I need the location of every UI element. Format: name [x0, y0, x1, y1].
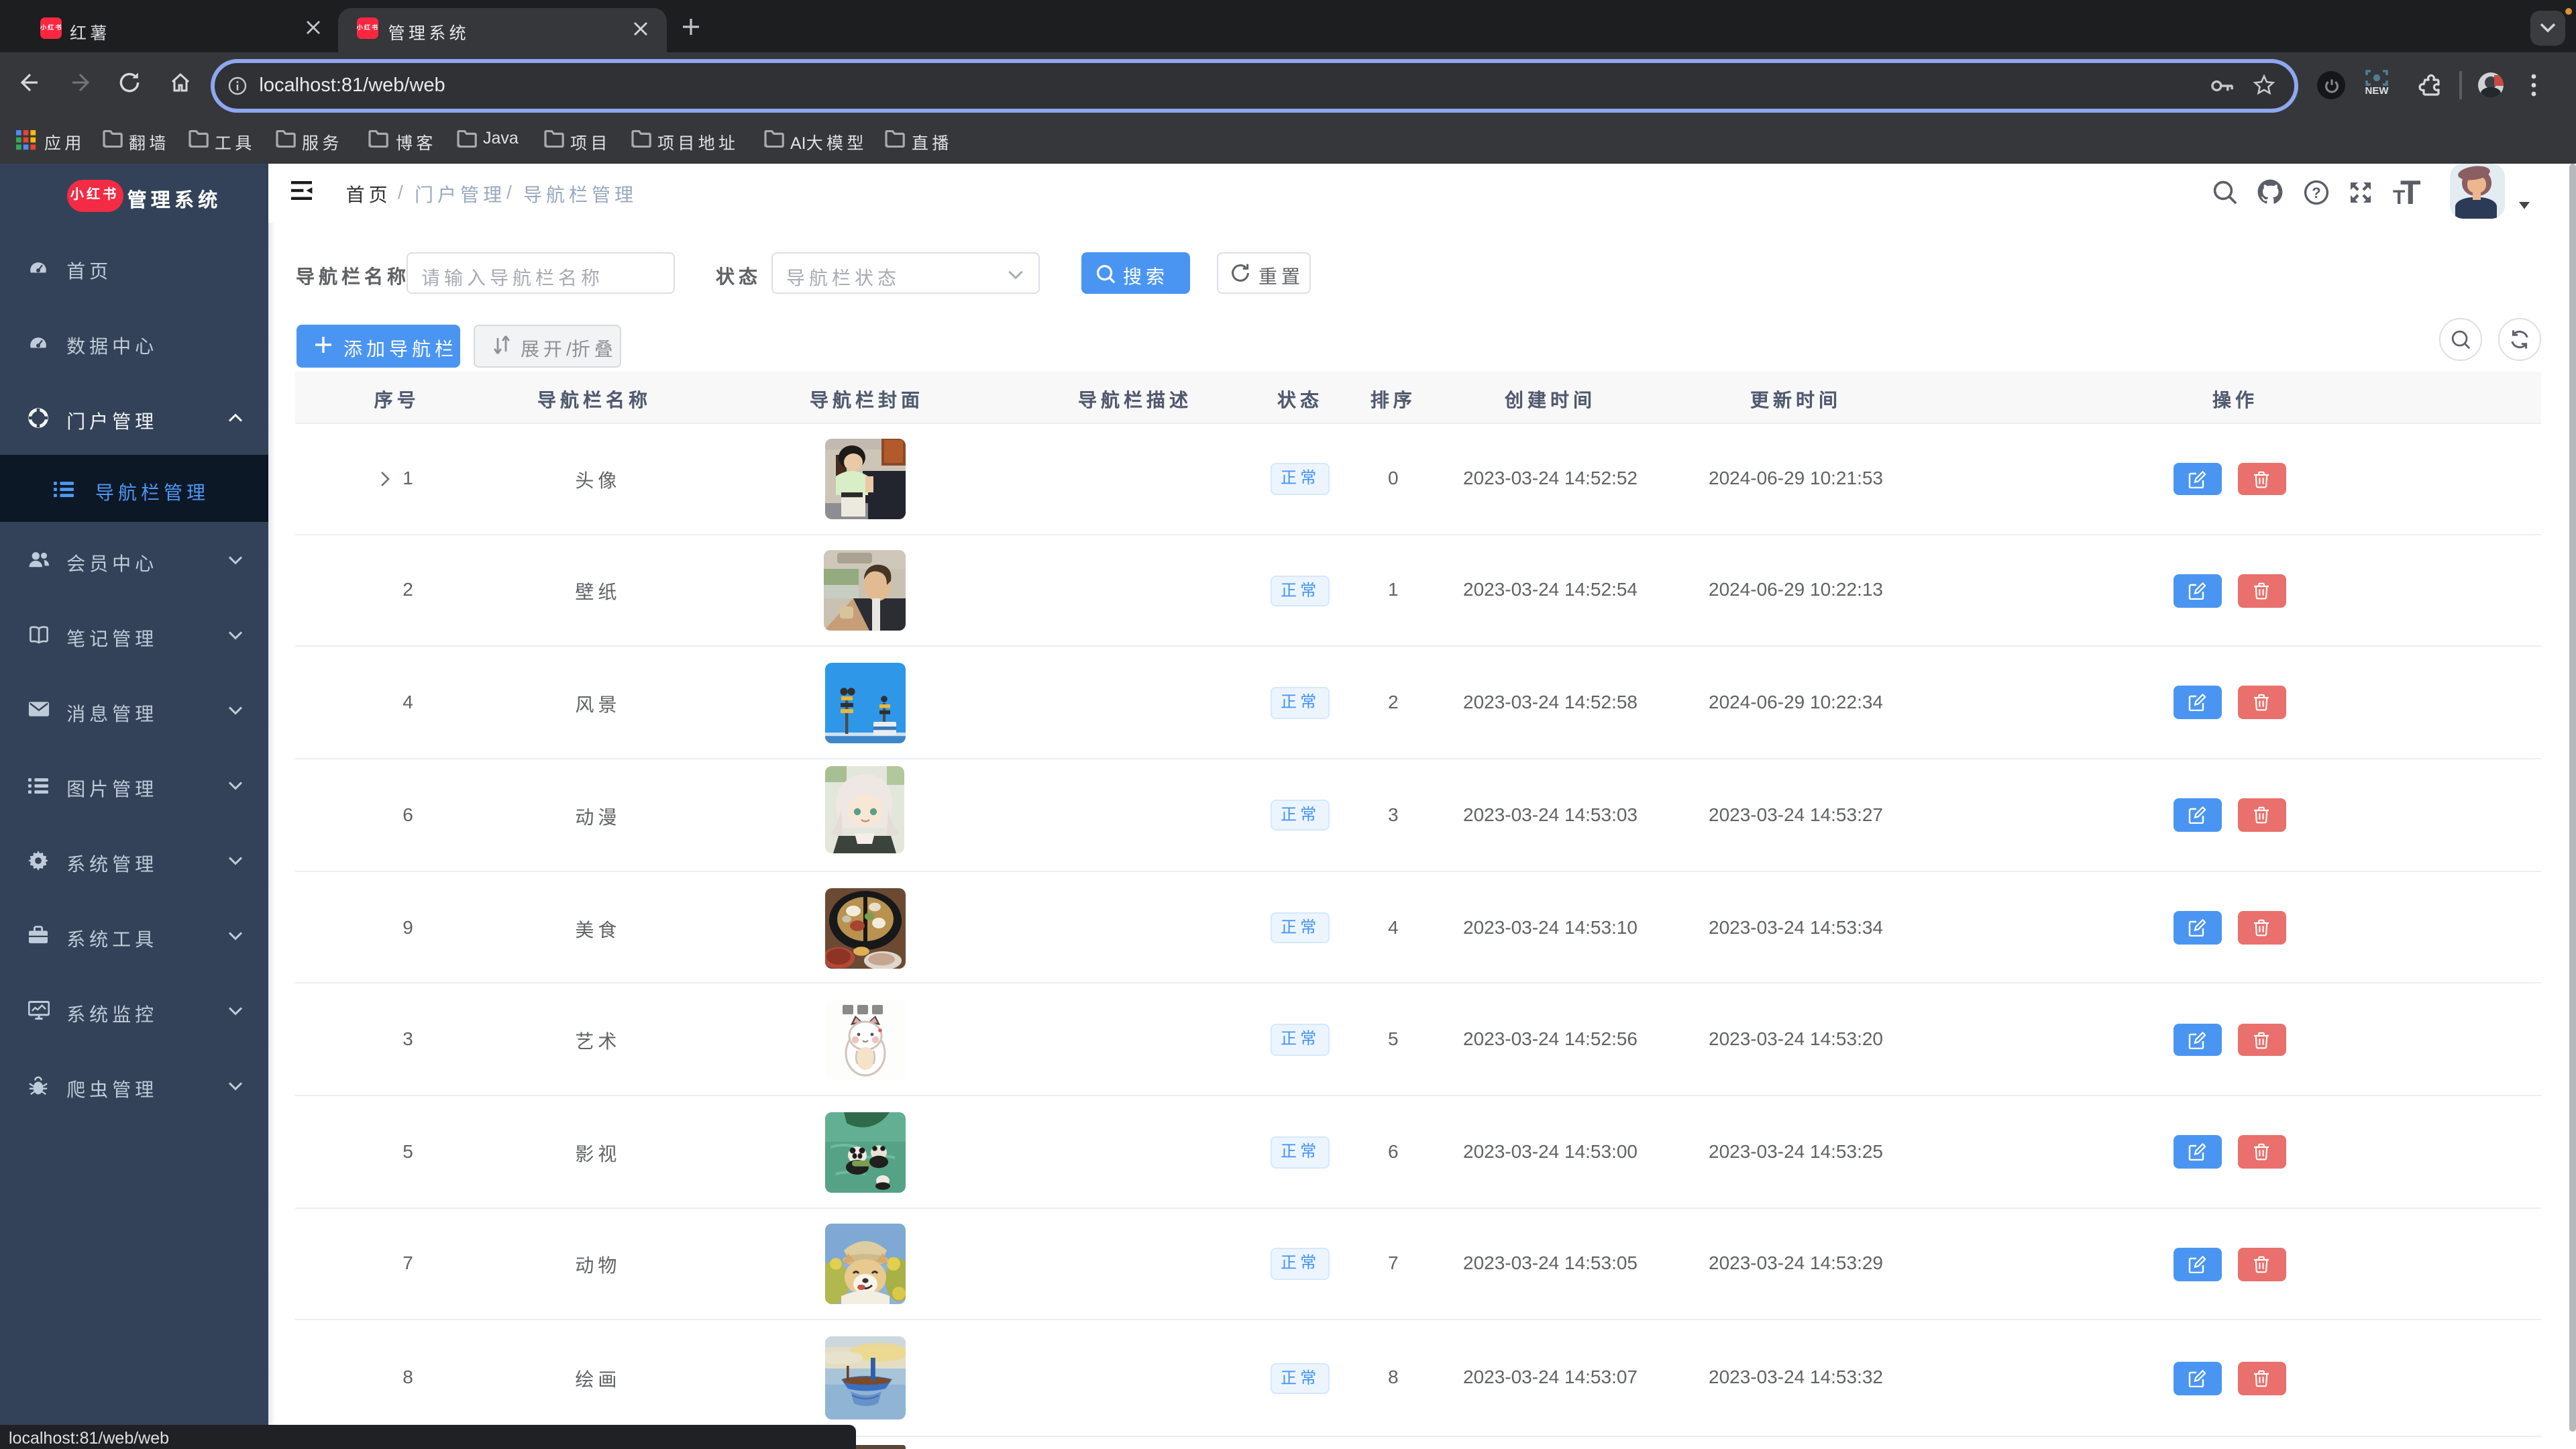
svg-text:?: ? — [2312, 184, 2320, 201]
